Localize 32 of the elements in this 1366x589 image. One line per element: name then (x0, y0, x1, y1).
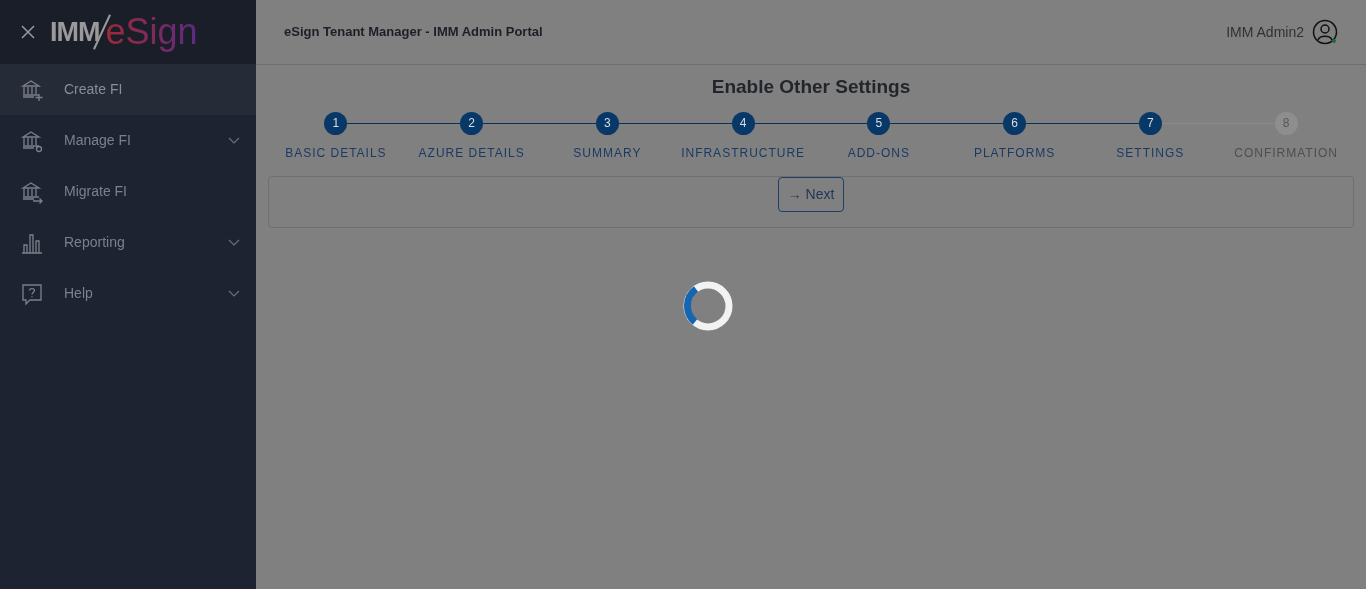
chevron-icon (228, 136, 240, 145)
chevron-icon (228, 289, 240, 298)
step-label: AZURE DETAILS (418, 144, 525, 162)
step-number: 3 (595, 111, 619, 135)
step-label: PLATFORMS (973, 144, 1056, 162)
step-number: 5 (867, 111, 891, 135)
step-number: 4 (731, 111, 755, 135)
next-button[interactable]: → Next (777, 176, 845, 212)
sidebar-item[interactable]: Create FI (0, 64, 256, 115)
step-label: BASIC DETAILS (285, 144, 387, 162)
step-number: 7 (1138, 111, 1162, 135)
sidebar-item[interactable]: Help (0, 268, 256, 319)
close-icon[interactable] (20, 24, 36, 40)
chevron-icon (228, 238, 240, 247)
logo-text: IMM (50, 15, 100, 49)
step-label: SUMMARY (573, 144, 642, 162)
sidebar-item[interactable]: Manage FI (0, 115, 256, 166)
step-number: 2 (460, 111, 484, 135)
page-title: Enable Other Settings (710, 75, 912, 99)
step-number: 6 (1003, 111, 1027, 135)
help-icon (20, 281, 44, 306)
step-number: 8 (1274, 111, 1298, 135)
user-avatar-icon[interactable] (1312, 19, 1338, 45)
step-label: SETTINGS (1116, 144, 1185, 162)
loading-spinner (682, 279, 734, 332)
step-label: INFRASTRUCTURE (681, 144, 806, 162)
step-number: 1 (324, 111, 348, 135)
sidebar-item[interactable]: Reporting (0, 217, 256, 268)
step-label: ADD-ONS (847, 144, 911, 162)
user-name[interactable]: IMM Admin2 (1226, 21, 1304, 43)
header-title: eSign Tenant Manager - IMM Admin Portal (284, 23, 543, 42)
sidebar-item[interactable]: Migrate FI (0, 166, 256, 217)
